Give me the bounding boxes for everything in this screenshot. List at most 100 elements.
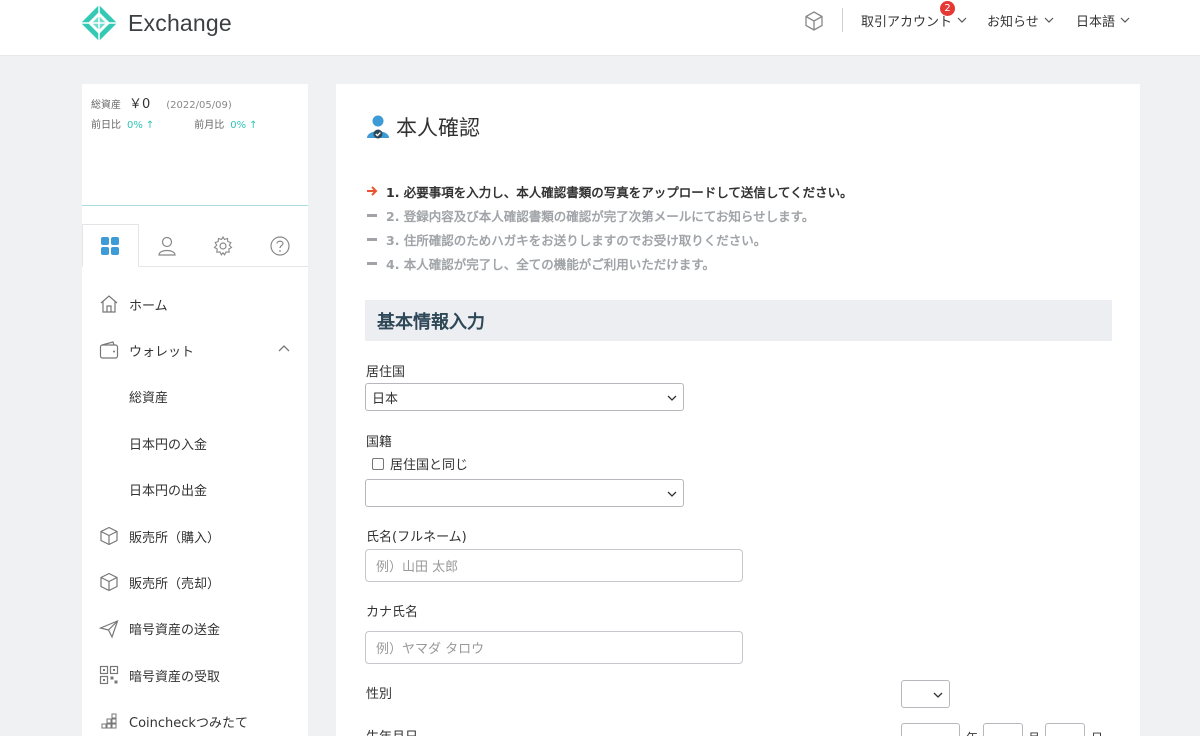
birth-day-select[interactable]: [1045, 723, 1085, 736]
chevron-down-icon: [957, 17, 967, 23]
residence-label: 居住国: [366, 365, 406, 380]
sidebar-item-jpy-deposit[interactable]: 日本円の入金: [82, 420, 308, 466]
birth-year-select[interactable]: [901, 723, 960, 736]
same-as-residence-row[interactable]: 居住国と同じ: [372, 454, 468, 473]
sidebar-item-label: 暗号資産の受取: [129, 669, 221, 685]
fullname-label: 氏名(フルネーム): [366, 530, 467, 545]
cube-icon[interactable]: [803, 10, 825, 32]
notification-badge: 2: [940, 1, 955, 16]
dash-icon: [367, 213, 377, 217]
step-text: 2. 登録内容及び本人確認書類の確認が完了次第メールにてお知らせします。: [386, 208, 815, 224]
verification-steps: 1. 必要事項を入力し、本人確認書類の写真をアップロードして送信してください。 …: [366, 179, 853, 275]
tab-settings[interactable]: [195, 224, 252, 267]
sidebar-item-home[interactable]: ホーム: [82, 281, 308, 327]
chevron-down-icon: [1044, 17, 1054, 23]
sidebar-item-label: 販売所（売却）: [129, 577, 221, 593]
sidebar-item-label: 暗号資産の送金: [129, 623, 221, 639]
day-change-label: 前日比: [91, 120, 121, 131]
residence-select-value: 日本: [372, 391, 399, 407]
notice-menu-label: お知らせ: [987, 14, 1039, 30]
section-title: 基本情報入力: [377, 311, 485, 333]
sidebar-item-label: 総資産: [129, 391, 169, 407]
day-change-value: 0%: [127, 120, 143, 131]
box-icon: [100, 526, 118, 546]
sidebar-item-receive-crypto[interactable]: 暗号資産の受取: [82, 652, 308, 698]
sidebar-item-total-assets[interactable]: 総資産: [82, 374, 308, 420]
fullname-input[interactable]: 例）山田 太郎: [365, 549, 743, 582]
verified-user-icon: [367, 115, 389, 139]
notice-menu[interactable]: お知らせ: [987, 10, 1054, 30]
gear-icon: [213, 235, 233, 256]
gender-label: 性別: [366, 687, 393, 702]
section-header: 基本情報入力: [365, 300, 1112, 341]
user-icon: [158, 236, 176, 256]
sidebar-item-sell[interactable]: 販売所（売却）: [82, 559, 308, 605]
language-menu-label: 日本語: [1076, 14, 1116, 30]
sidebar-item-label: ホーム: [129, 298, 168, 314]
total-assets-label: 総資産: [91, 100, 121, 111]
logo-text: Exchange: [128, 9, 232, 36]
tab-dashboard[interactable]: [82, 224, 139, 267]
chevron-down-icon: [667, 491, 677, 497]
header-divider: [842, 8, 843, 32]
month-change-value: 0%: [230, 120, 247, 131]
step-item: 2. 登録内容及び本人確認書類の確認が完了次第メールにてお知らせします。: [366, 203, 853, 227]
sidebar-nav: ホーム ウォレット 総資産 日本円の入金 日本円の出金 販売所（購入） 販売所（…: [82, 281, 308, 736]
sidebar-item-tsumitate[interactable]: Coincheckつみたて: [82, 699, 308, 736]
sidebar-item-label: ウォレット: [129, 345, 195, 361]
top-header: Exchange 取引アカウント 2 お知らせ 日本語: [0, 0, 1200, 56]
tab-account[interactable]: [139, 224, 196, 267]
step-text: 4. 本人確認が完了し、全ての機能がご利用いただけます。: [386, 256, 716, 272]
asset-summary: 総資産 ￥0 (2022/05/09) 前日比 0% ↑ 前月比 0% ↑: [82, 84, 308, 206]
birth-month-select[interactable]: [983, 723, 1023, 736]
sidebar-item-jpy-withdraw[interactable]: 日本円の出金: [82, 467, 308, 513]
kana-name-placeholder: 例）ヤマダ タロウ: [376, 642, 485, 657]
total-assets-value: ￥0: [129, 97, 151, 112]
wallet-icon: [99, 341, 119, 359]
nationality-select[interactable]: [365, 479, 684, 507]
chevron-down-icon: [1120, 17, 1130, 23]
help-icon: [270, 235, 290, 256]
paper-plane-icon: [99, 619, 119, 639]
page-title-text: 本人確認: [396, 116, 480, 140]
same-as-residence-checkbox[interactable]: [372, 457, 384, 470]
blocks-icon: [101, 713, 117, 729]
year-separator: 年: [966, 729, 978, 736]
step-text: 1. 必要事項を入力し、本人確認書類の写真をアップロードして送信してください。: [386, 184, 853, 200]
logo-icon: [81, 5, 117, 41]
residence-select[interactable]: 日本: [365, 383, 684, 411]
sidebar-item-label: 日本円の出金: [129, 484, 208, 500]
month-change-label: 前月比: [194, 120, 225, 131]
page-title: 本人確認: [366, 112, 480, 142]
step-item: 3. 住所確認のためハガキをお送りしますのでお受け取りください。: [366, 227, 853, 251]
day-separator: 日: [1091, 729, 1103, 736]
sidebar-item-send-crypto[interactable]: 暗号資産の送金: [82, 606, 308, 652]
month-separator: 月: [1028, 729, 1040, 736]
sidebar-item-label: Coincheckつみたて: [129, 716, 248, 732]
account-menu-label: 取引アカウント: [861, 14, 953, 30]
arrow-right-icon: [367, 186, 378, 196]
birthdate-label: 生年月日: [366, 726, 418, 736]
step-item: 4. 本人確認が完了し、全ての機能がご利用いただけます。: [366, 251, 853, 275]
tab-help[interactable]: [252, 224, 309, 267]
kana-name-input[interactable]: 例）ヤマダ タロウ: [365, 631, 743, 664]
chevron-down-icon: [667, 395, 677, 401]
dash-icon: [367, 237, 377, 241]
chevron-down-icon: [933, 692, 943, 698]
chevron-up-icon[interactable]: [278, 343, 290, 355]
sidebar-item-label: 販売所（購入）: [129, 530, 221, 546]
up-arrow-icon: ↑: [145, 120, 155, 131]
account-menu[interactable]: 取引アカウント 2: [861, 1, 967, 30]
sidebar-item-label: 日本円の入金: [129, 437, 208, 453]
logo[interactable]: Exchange: [80, 4, 232, 42]
sidebar-tabs: [82, 224, 308, 267]
step-text: 3. 住所確認のためハガキをお送りしますのでお受け取りください。: [386, 232, 767, 248]
same-as-residence-label: 居住国と同じ: [390, 458, 469, 473]
qr-code-icon: [99, 666, 119, 685]
box-icon: [100, 573, 118, 592]
sidebar-item-buy[interactable]: 販売所（購入）: [82, 513, 308, 559]
sidebar-item-wallet[interactable]: ウォレット: [82, 327, 308, 373]
gender-select[interactable]: [901, 680, 950, 708]
language-menu[interactable]: 日本語: [1076, 10, 1130, 30]
up-arrow-icon: ↑: [249, 120, 258, 131]
